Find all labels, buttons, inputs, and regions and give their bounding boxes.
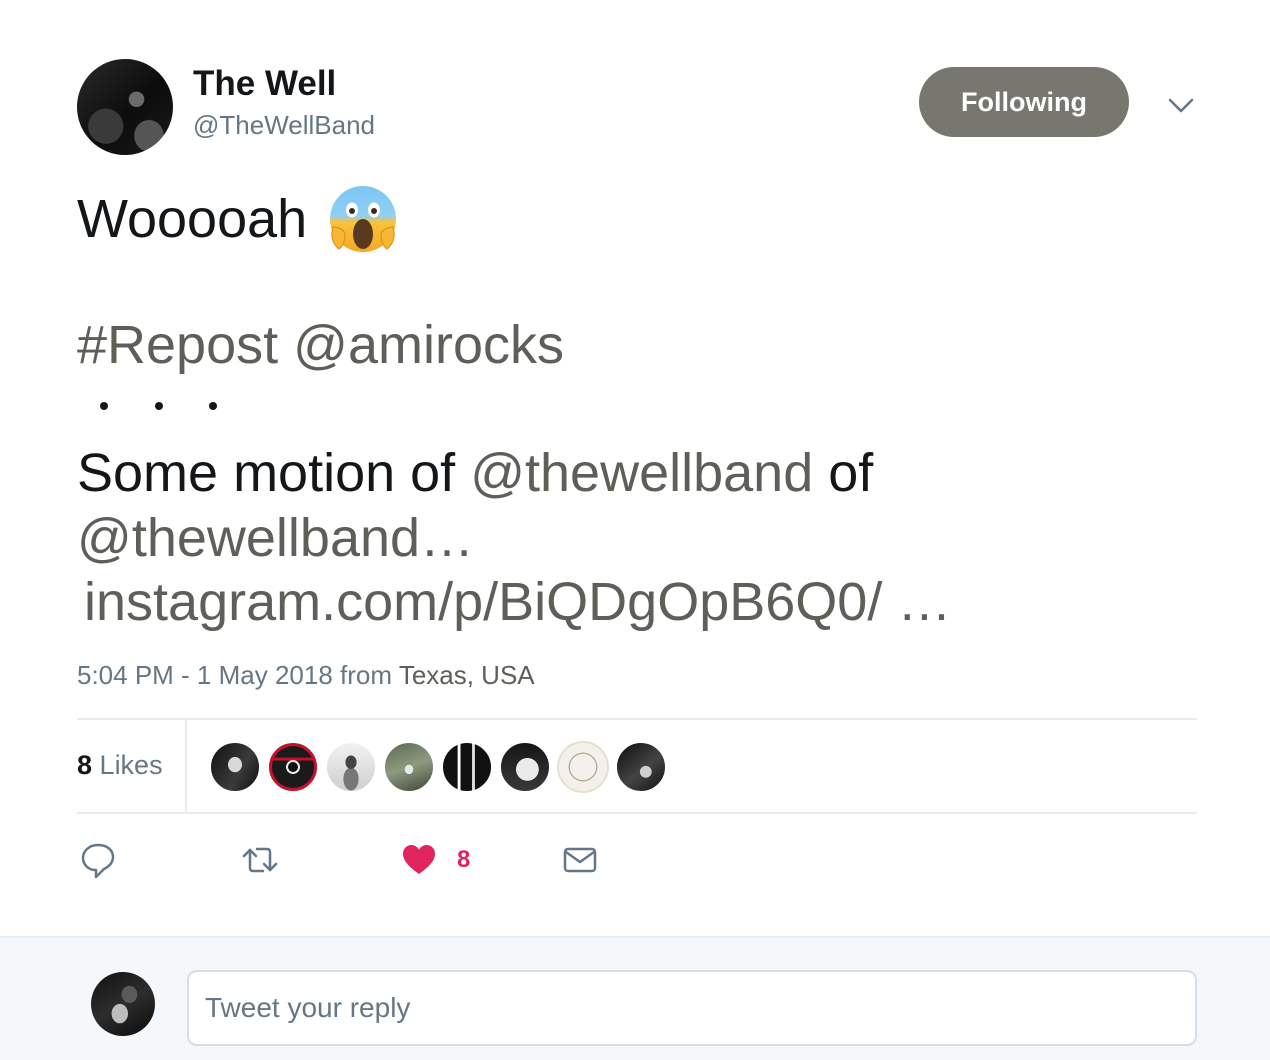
- direct-message-button[interactable]: [562, 838, 598, 882]
- likes-stat[interactable]: 8 Likes: [77, 750, 163, 781]
- liker-avatar[interactable]: [325, 741, 377, 793]
- reply-button[interactable]: [80, 838, 116, 882]
- divider: [77, 812, 1197, 814]
- retweet-icon: [242, 847, 278, 873]
- tweet-timestamp: 5:04 PM - 1 May 2018 from Texas, USA: [77, 660, 535, 691]
- liker-avatar[interactable]: [267, 741, 319, 793]
- tweet-time[interactable]: 5:04 PM - 1 May 2018: [77, 660, 333, 690]
- likes-number: 8: [77, 750, 93, 780]
- likers-avatars: [209, 741, 673, 793]
- current-user-avatar[interactable]: [91, 972, 155, 1036]
- liker-avatar[interactable]: [499, 741, 551, 793]
- likes-label: Likes: [99, 750, 163, 780]
- tweet-text: Wooooah: [77, 189, 308, 249]
- liker-avatar[interactable]: [441, 741, 493, 793]
- face-screaming-emoji-icon: [330, 186, 397, 252]
- tweet-text: Some motion of: [77, 443, 456, 503]
- tweet-text-line: Wooooah: [77, 183, 399, 255]
- like-count: 8: [457, 846, 471, 873]
- from-label: from: [340, 660, 393, 690]
- divider: [77, 718, 1197, 720]
- mention-link[interactable]: @thewellband…: [77, 506, 474, 570]
- author-avatar[interactable]: [77, 59, 173, 155]
- reply-bar: [0, 936, 1270, 1060]
- liker-avatar[interactable]: [209, 741, 261, 793]
- author-name[interactable]: The Well: [193, 64, 336, 104]
- reply-icon: [81, 843, 115, 879]
- following-button[interactable]: Following: [919, 67, 1129, 137]
- liker-avatar[interactable]: [615, 741, 667, 793]
- tweet-location[interactable]: Texas, USA: [399, 660, 535, 690]
- tweet-text-line: #Repost @amirocks: [77, 313, 564, 377]
- mention-link[interactable]: @thewellband: [470, 443, 813, 503]
- envelope-icon: [563, 847, 597, 873]
- tweet-text: of: [828, 443, 874, 503]
- heart-icon: [403, 845, 435, 874]
- like-button[interactable]: 8: [401, 838, 470, 882]
- tweet: The Well @TheWellBand Following Wooooah: [0, 0, 1270, 936]
- instagram-link[interactable]: instagram.com/p/BiQDgOpB6Q0/ …: [84, 570, 951, 634]
- divider: [185, 720, 187, 812]
- separator-dots: [100, 402, 217, 410]
- repost-hashtag[interactable]: #Repost: [77, 315, 278, 375]
- liker-avatar[interactable]: [557, 741, 609, 793]
- chevron-down-icon[interactable]: [1166, 90, 1196, 120]
- author-handle[interactable]: @TheWellBand: [193, 110, 375, 141]
- reply-input[interactable]: [187, 970, 1197, 1046]
- liker-avatar[interactable]: [383, 741, 435, 793]
- tweet-text-line: Some motion of @thewellband of: [77, 441, 873, 505]
- repost-mention[interactable]: @amirocks: [293, 315, 564, 375]
- retweet-button[interactable]: [241, 838, 279, 882]
